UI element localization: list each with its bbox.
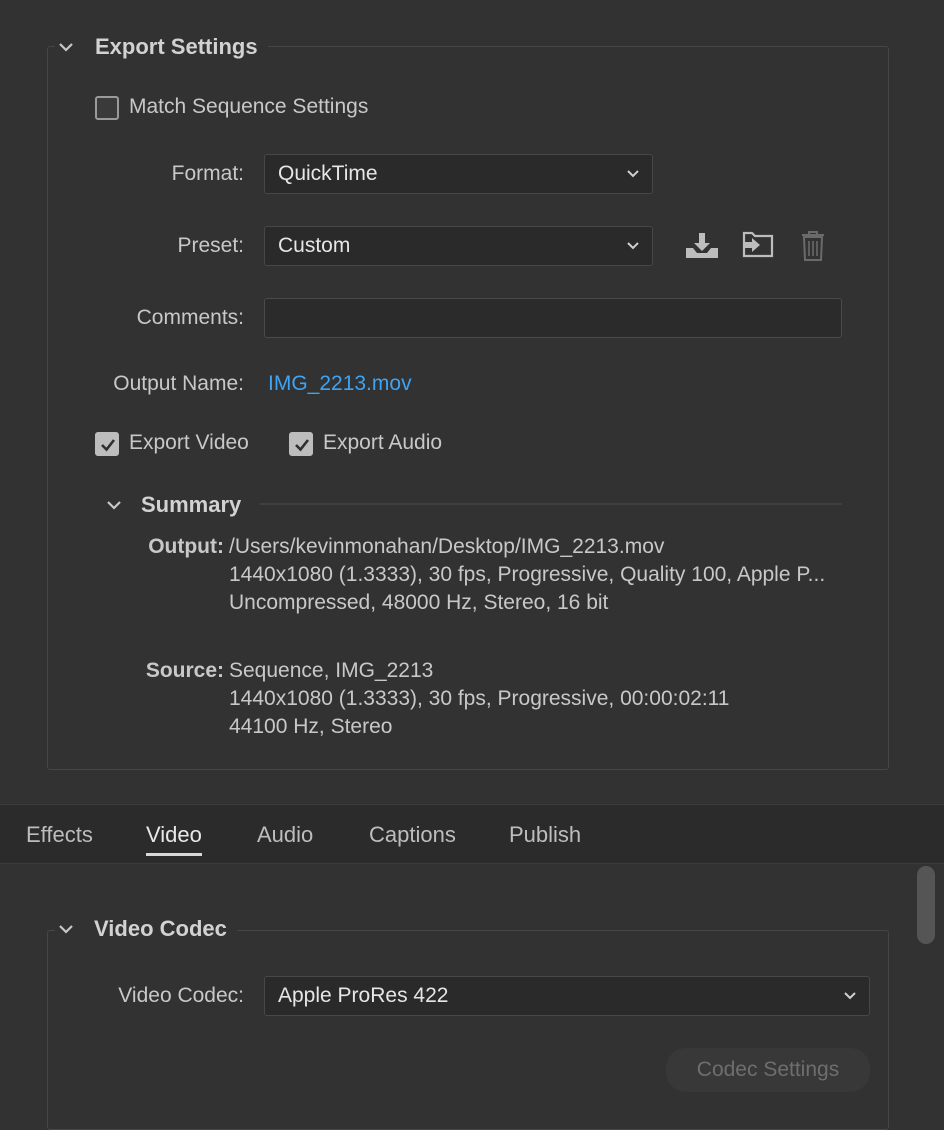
summary-source-key: Source: (145, 659, 224, 682)
video-codec-dropdown[interactable]: Apple ProRes 422 (264, 976, 870, 1016)
export-settings-title: Export Settings (95, 34, 258, 59)
summary-title: Summary (141, 492, 242, 517)
summary-source-line: 44100 Hz, Stereo (229, 715, 393, 738)
video-codec-header[interactable]: Video Codec (55, 916, 237, 942)
tab-publish[interactable]: Publish (509, 822, 581, 848)
download-tray-icon (686, 233, 718, 258)
chevron-down-icon[interactable] (55, 918, 77, 940)
chevron-down-icon (627, 170, 639, 178)
checkmark-icon (295, 439, 310, 452)
export-audio-label: Export Audio (323, 431, 443, 454)
summary-divider (260, 503, 842, 505)
tab-audio[interactable]: Audio (257, 822, 313, 848)
summary-output-line: /Users/kevinmonahan/Desktop/IMG_2213.mov (229, 535, 665, 558)
video-codec-title: Video Codec (94, 916, 227, 941)
export-audio-checkbox[interactable] (289, 432, 313, 456)
format-dropdown[interactable]: QuickTime (264, 154, 653, 194)
summary-header[interactable]: Summary (103, 492, 242, 518)
export-video-label: Export Video (129, 431, 249, 454)
preset-value: Custom (278, 234, 351, 257)
export-video-checkbox[interactable] (95, 432, 119, 456)
summary-source-line: 1440x1080 (1.3333), 30 fps, Progressive,… (229, 687, 730, 710)
active-tab-indicator (146, 853, 202, 856)
preset-dropdown[interactable]: Custom (264, 226, 653, 266)
format-label: Format: (171, 162, 244, 185)
import-folder-icon (742, 231, 774, 258)
format-value: QuickTime (278, 162, 378, 185)
video-codec-value: Apple ProRes 422 (278, 984, 449, 1007)
settings-tab-bar: Effects Video Audio Captions Publish (0, 804, 944, 864)
delete-preset-button[interactable] (800, 230, 826, 268)
summary-source-line: Sequence, IMG_2213 (229, 659, 434, 682)
match-sequence-label: Match Sequence Settings (129, 95, 369, 118)
video-codec-label: Video Codec: (118, 984, 244, 1007)
match-sequence-checkbox[interactable] (95, 96, 119, 120)
codec-settings-button[interactable]: Codec Settings (666, 1048, 870, 1092)
chevron-down-icon (844, 992, 856, 1000)
tab-effects[interactable]: Effects (26, 822, 93, 848)
preset-label: Preset: (177, 234, 244, 257)
video-codec-panel (47, 930, 889, 1130)
export-settings-header[interactable]: Export Settings (55, 34, 268, 60)
scrollbar-thumb[interactable] (917, 866, 935, 944)
tab-captions[interactable]: Captions (369, 822, 456, 848)
checkmark-icon (101, 439, 116, 452)
chevron-down-icon[interactable] (55, 36, 77, 58)
chevron-down-icon (627, 242, 639, 250)
save-preset-button[interactable] (684, 230, 720, 268)
output-name-link[interactable]: IMG_2213.mov (268, 372, 412, 396)
comments-input[interactable] (264, 298, 842, 338)
chevron-down-icon[interactable] (103, 494, 125, 516)
codec-settings-label: Codec Settings (696, 1058, 840, 1081)
summary-output-line: Uncompressed, 48000 Hz, Stereo, 16 bit (229, 591, 609, 614)
tab-video[interactable]: Video (146, 822, 202, 848)
trash-icon (802, 231, 824, 261)
output-name-label: Output Name: (113, 372, 244, 395)
comments-label: Comments: (136, 306, 244, 329)
summary-output-line: 1440x1080 (1.3333), 30 fps, Progressive,… (229, 563, 826, 586)
import-preset-button[interactable] (740, 230, 776, 268)
summary-output-key: Output: (148, 535, 224, 558)
